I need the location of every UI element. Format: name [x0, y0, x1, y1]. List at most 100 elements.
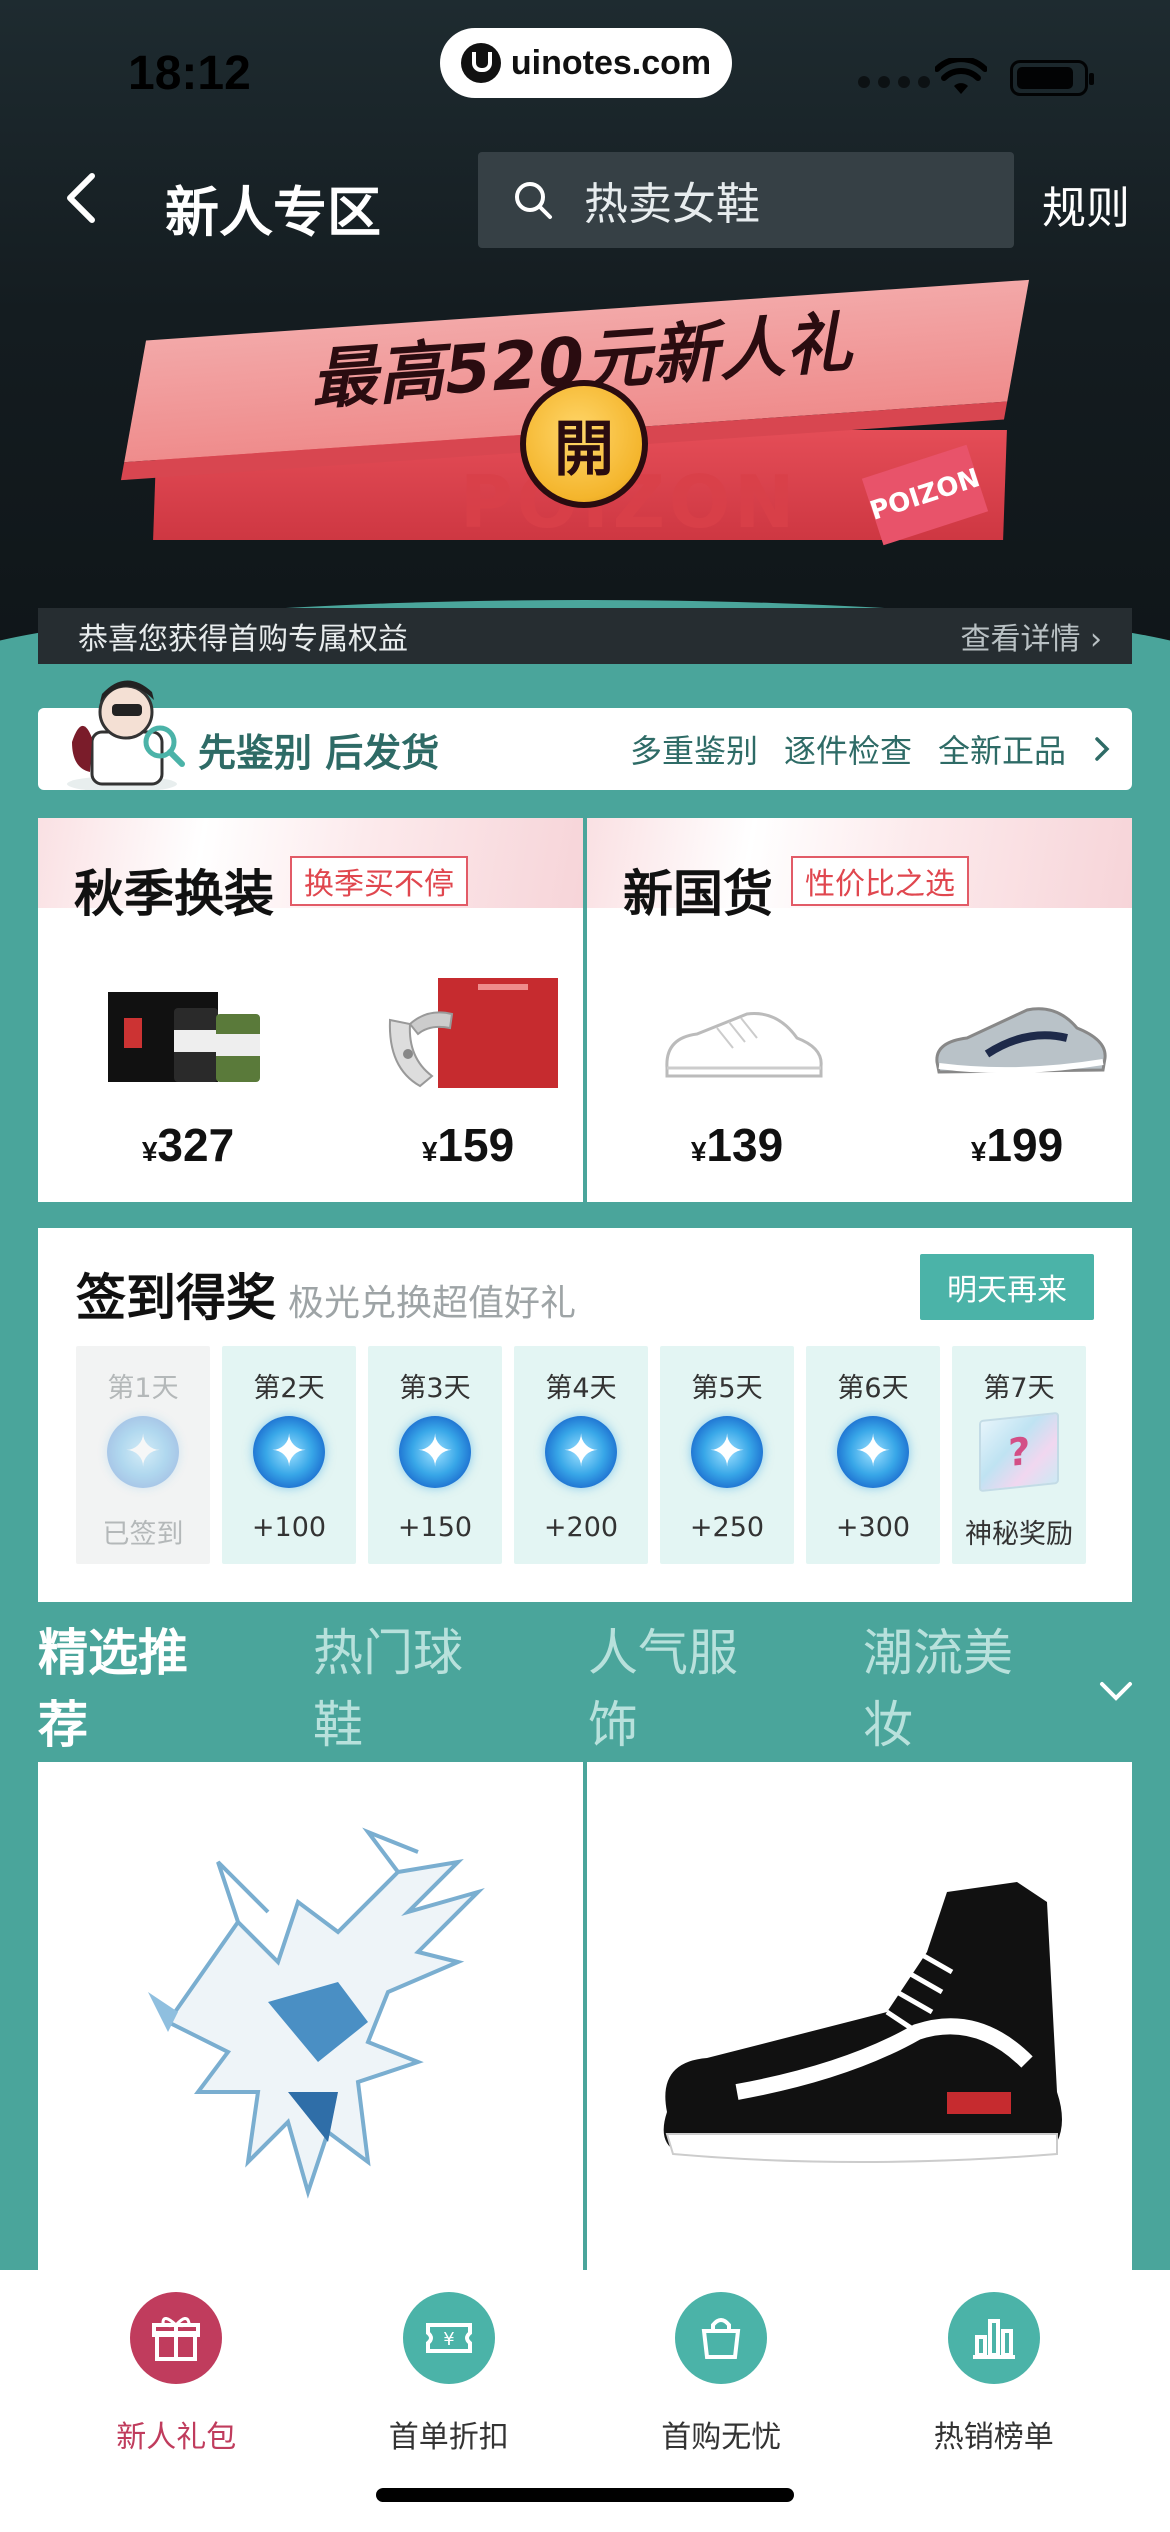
- tab-label: 首单折扣: [388, 2420, 509, 2455]
- checkin-day[interactable]: 第5天 +250: [660, 1346, 794, 1564]
- product-tile[interactable]: ¥199: [907, 958, 1127, 1198]
- checkin-day[interactable]: 第1天 已签到: [76, 1346, 210, 1564]
- day-label: 第1天: [107, 1373, 179, 1404]
- tab-apparel[interactable]: 人气服饰: [588, 1613, 787, 1757]
- checkin-day[interactable]: 第4天 +200: [514, 1346, 648, 1564]
- product-grid: [38, 1762, 1132, 2302]
- product-image-white-sneaker: [665, 1012, 823, 1078]
- tab-featured[interactable]: 精选推荐: [38, 1613, 237, 1757]
- promo-title: 新国货: [623, 865, 773, 923]
- chevron-down-icon[interactable]: [1094, 1668, 1138, 1712]
- aurora-gem-icon: [691, 1416, 763, 1488]
- checkin-day[interactable]: 第6天 +300: [806, 1346, 940, 1564]
- bag-icon: [675, 2292, 768, 2384]
- aurora-gem-icon: [545, 1416, 617, 1488]
- day-label: 第4天: [545, 1373, 617, 1404]
- mystery-box-icon: [979, 1411, 1059, 1493]
- product-image-neck-massager: [388, 978, 558, 1088]
- aurora-gem-icon: [107, 1416, 179, 1488]
- aurora-gem-icon: [253, 1416, 325, 1488]
- gift-icon: [130, 2292, 223, 2384]
- day-label: 第5天: [691, 1373, 763, 1404]
- promo-section: 秋季换装 换季买不停 ¥327 ¥159 新国货 性价比之选 ¥139 ¥199: [38, 818, 1132, 1202]
- search-input[interactable]: 热卖女鞋: [478, 152, 1014, 248]
- ticket-icon: ¥: [402, 2292, 495, 2384]
- product-card[interactable]: [38, 1762, 583, 2302]
- home-indicator[interactable]: [376, 2488, 794, 2502]
- product-card[interactable]: [587, 1762, 1132, 2302]
- tab-first-order-discount[interactable]: ¥ 首单折扣: [339, 2270, 559, 2470]
- tab-label: 热销榜单: [933, 2420, 1054, 2455]
- verify-tag: 多重鉴别: [629, 732, 758, 770]
- search-placeholder: 热卖女鞋: [584, 179, 760, 230]
- uinotes-logo-icon: [460, 43, 501, 83]
- status-time: 18:12: [128, 47, 251, 100]
- day-reward: 已签到: [102, 1519, 184, 1550]
- day-reward: +200: [543, 1512, 619, 1543]
- product-image-vans-sneaker: [663, 1882, 1062, 2163]
- chevron-right-icon: [1095, 737, 1110, 761]
- checkin-card: 签到得奖 极光兑换超值好礼 明天再来 第1天 已签到 第2天 +100 第3天 …: [38, 1228, 1132, 1602]
- checkin-day[interactable]: 第7天 神秘奖励: [952, 1346, 1086, 1564]
- category-tabs: 精选推荐 热门球鞋 人气服饰 潮流美妆: [38, 1624, 1138, 1754]
- verify-tags: 多重鉴别 逐件检查 全新正品: [630, 726, 1112, 772]
- promo-card-domestic[interactable]: 新国货 性价比之选 ¥139 ¥199: [587, 818, 1132, 1202]
- day-reward: +250: [689, 1512, 765, 1543]
- benefit-bar[interactable]: 恭喜您获得首购专属权益 查看详情 ›: [38, 608, 1132, 664]
- watermark-badge: uinotes.com: [440, 28, 732, 98]
- promo-title: 秋季换装: [74, 865, 274, 923]
- promo-tag: 换季买不停: [290, 856, 468, 906]
- tab-label: 新人礼包: [116, 2420, 237, 2455]
- aurora-gem-icon: [837, 1416, 909, 1488]
- product-tile[interactable]: ¥327: [78, 958, 298, 1198]
- verify-bar[interactable]: 先鉴别 后发货 多重鉴别 逐件检查 全新正品: [38, 680, 1132, 790]
- checkin-days: 第1天 已签到 第2天 +100 第3天 +150 第4天 +200 第5天 +…: [76, 1346, 1086, 1564]
- product-tile[interactable]: ¥139: [627, 958, 847, 1198]
- watermark-text: uinotes.com: [510, 43, 712, 82]
- gift-box-banner[interactable]: POIZON 最高520元新人礼 開 POIZON: [120, 279, 1030, 550]
- day-reward: 神秘奖励: [965, 1519, 1073, 1550]
- product-price: ¥139: [690, 1119, 784, 1171]
- aurora-gem-icon: [399, 1416, 471, 1488]
- promo-tag: 性价比之选: [791, 856, 969, 906]
- rules-link[interactable]: 规则: [1042, 172, 1130, 236]
- battery-icon: [1010, 60, 1094, 96]
- tab-best-sellers[interactable]: 热销榜单: [884, 2270, 1104, 2470]
- checkin-day[interactable]: 第3天 +150: [368, 1346, 502, 1564]
- tab-worry-free[interactable]: 首购无忧: [611, 2270, 831, 2470]
- mascot-icon: [67, 680, 185, 790]
- verify-title: 先鉴别 后发货: [198, 730, 440, 775]
- day-label: 第3天: [399, 1373, 471, 1404]
- hero-header: 18:12 uinotes.com 新人专区 热卖女鞋 规则 POIZON 最高…: [0, 0, 1170, 700]
- day-reward: +150: [397, 1512, 473, 1543]
- tab-sneakers[interactable]: 热门球鞋: [313, 1613, 512, 1757]
- verify-tag: 全新正品: [937, 732, 1066, 770]
- day-label: 第7天: [983, 1373, 1055, 1404]
- checkin-subtitle: 极光兑换超值好礼: [288, 1283, 577, 1324]
- product-image-running-shoe: [935, 1007, 1107, 1074]
- day-reward: +100: [251, 1512, 327, 1543]
- search-icon: [515, 182, 552, 219]
- tab-new-user-gift[interactable]: 新人礼包: [66, 2270, 286, 2470]
- tab-label: 首购无忧: [661, 2420, 782, 2455]
- benefit-details-link[interactable]: 查看详情 ›: [960, 614, 1102, 658]
- tab-beauty[interactable]: 潮流美妆: [863, 1613, 1062, 1757]
- product-price: ¥199: [970, 1119, 1064, 1171]
- day-label: 第6天: [837, 1373, 909, 1404]
- product-image-supplement-set: [108, 992, 260, 1082]
- benefit-text: 恭喜您获得首购专属权益: [78, 622, 408, 657]
- checkin-day[interactable]: 第2天 +100: [222, 1346, 356, 1564]
- back-icon[interactable]: [58, 168, 108, 228]
- verify-tag: 逐件检查: [783, 732, 912, 770]
- svg-text:¥: ¥: [443, 2329, 454, 2350]
- wifi-icon: [935, 58, 987, 94]
- checkin-title: 签到得奖: [76, 1269, 276, 1327]
- open-gift-button[interactable]: 開: [520, 380, 648, 508]
- come-back-tomorrow-button[interactable]: 明天再来: [920, 1254, 1094, 1320]
- promo-card-autumn[interactable]: 秋季换装 换季买不停 ¥327 ¥159: [38, 818, 583, 1202]
- day-reward: +300: [835, 1512, 911, 1543]
- day-label: 第2天: [253, 1373, 325, 1404]
- product-price: ¥159: [421, 1119, 515, 1171]
- product-image-dragon-figure: [148, 1827, 485, 2199]
- product-tile[interactable]: ¥159: [358, 958, 578, 1198]
